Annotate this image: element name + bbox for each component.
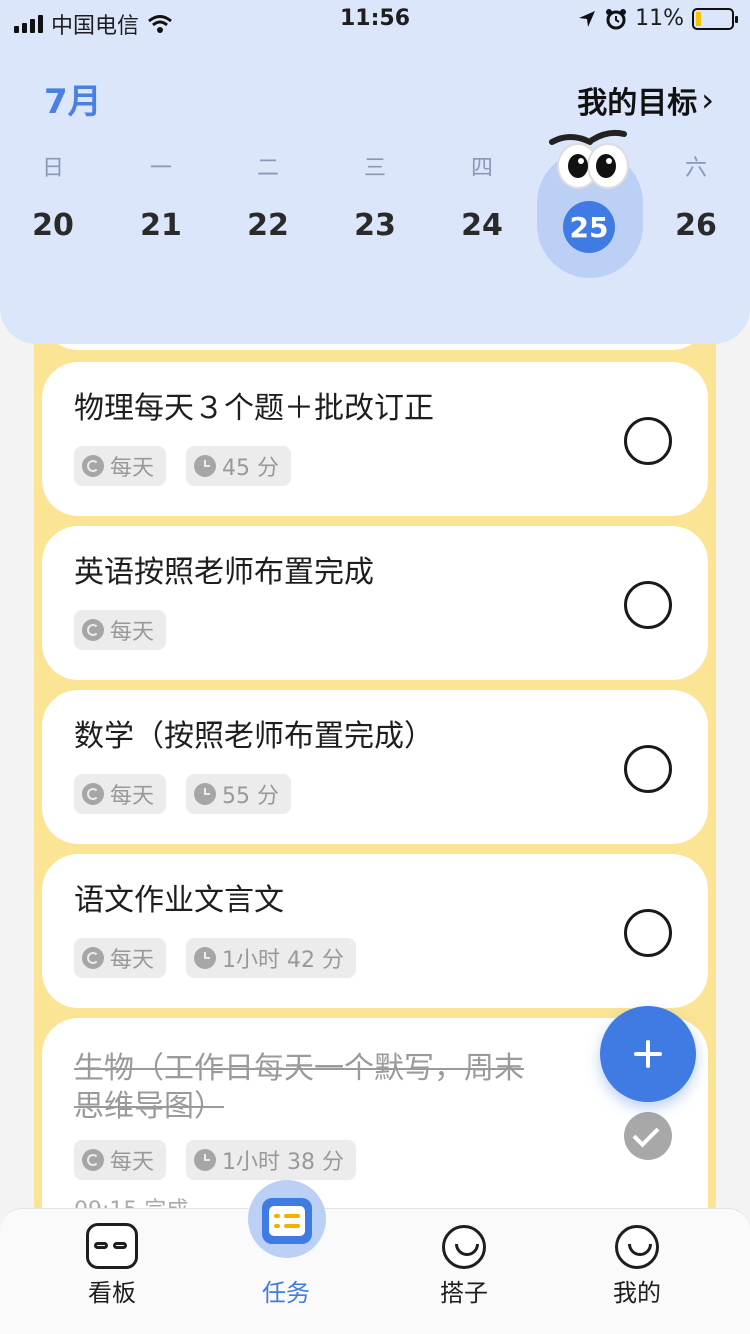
duration-label: 1小时 42 分 — [222, 948, 344, 973]
tab-buddy[interactable]: 搭子 — [404, 1209, 524, 1334]
task-card[interactable]: 物理每天３个题＋批改订正 每天 45 分 — [42, 362, 708, 516]
profile-face-icon — [615, 1225, 659, 1269]
clock-icon — [194, 947, 217, 969]
repeat-icon — [82, 455, 104, 477]
repeat-tag: 每天 — [74, 774, 167, 814]
repeat-label: 每天 — [110, 948, 155, 973]
chevron-right-icon: › — [701, 81, 714, 119]
selected-date[interactable]: 25 — [563, 201, 615, 253]
repeat-icon — [82, 947, 104, 969]
weekday-sat: 六 — [684, 156, 707, 181]
repeat-label: 每天 — [110, 1150, 155, 1175]
task-tags: 每天 1小时 42 分 — [74, 938, 356, 978]
task-list-icon — [262, 1198, 312, 1244]
tab-tasks-icon-bubble[interactable] — [248, 1180, 326, 1258]
completed-checkmark[interactable] — [624, 1112, 672, 1160]
month-label[interactable]: 7月 — [44, 74, 102, 123]
status-right: 11% — [577, 6, 738, 31]
alarm-icon — [606, 8, 627, 29]
task-title-line1: 生物（工作日每天一个默写，周末 — [74, 1051, 524, 1086]
location-arrow-icon — [579, 10, 596, 27]
calendar-header: 7月 我的目标 › 日 一 二 三 四 六 20 21 22 23 24 26 … — [0, 0, 750, 344]
repeat-icon — [82, 1149, 104, 1171]
complete-checkbox[interactable] — [624, 417, 672, 465]
repeat-label: 每天 — [110, 784, 155, 809]
clock-icon — [194, 783, 217, 805]
task-tags: 每天 1小时 38 分 — [74, 1140, 356, 1180]
repeat-label: 每天 — [110, 456, 155, 481]
task-list: 物理每天３个题＋批改订正 每天 45 分 英语按照老师布置完成 每天 数学（按照… — [34, 300, 716, 1230]
repeat-tag: 每天 — [74, 1140, 167, 1180]
date-cell[interactable]: 21 — [121, 208, 201, 243]
tab-profile[interactable]: 我的 — [577, 1209, 697, 1334]
task-tags: 每天 55 分 — [74, 774, 292, 814]
add-task-button[interactable] — [600, 1006, 696, 1102]
repeat-tag: 每天 — [74, 446, 167, 486]
task-title: 物理每天３个题＋批改订正 — [74, 391, 434, 426]
duration-label: 1小时 38 分 — [222, 1150, 344, 1175]
date-cell[interactable]: 22 — [228, 208, 308, 243]
repeat-label: 每天 — [110, 620, 155, 645]
my-goals-label: 我的目标 — [577, 86, 698, 121]
weekday-thu: 四 — [470, 156, 493, 181]
clock-icon — [194, 1149, 217, 1171]
weekday-mon: 一 — [149, 156, 172, 181]
mascot-eyes-icon — [549, 129, 629, 189]
bottom-tab-bar: 看板 任务 搭子 我的 — [0, 1208, 750, 1334]
task-card[interactable]: 语文作业文言文 每天 1小时 42 分 — [42, 854, 708, 1008]
task-card[interactable]: 数学（按照老师布置完成） 每天 55 分 — [42, 690, 708, 844]
duration-tag: 1小时 42 分 — [186, 938, 356, 978]
status-bar: 中国电信 11:56 11% — [0, 0, 750, 40]
complete-checkbox[interactable] — [624, 909, 672, 957]
task-card[interactable]: 英语按照老师布置完成 每天 — [42, 526, 708, 680]
tab-label: 任务 — [262, 1279, 310, 1307]
repeat-tag: 每天 — [74, 610, 167, 650]
duration-label: 55 分 — [222, 784, 280, 809]
task-title: 英语按照老师布置完成 — [74, 555, 374, 590]
my-goals-link[interactable]: 我的目标 › — [577, 78, 714, 122]
weekday-sun: 日 — [41, 156, 64, 181]
weekday-row: 日 一 二 三 四 六 — [0, 150, 750, 181]
battery-icon — [692, 7, 738, 30]
duration-tag: 55 分 — [186, 774, 292, 814]
board-icon — [86, 1223, 138, 1269]
clock-icon — [194, 455, 217, 477]
date-cell[interactable]: 23 — [335, 208, 415, 243]
date-row: 20 21 22 23 24 26 — [0, 208, 750, 248]
tab-label: 搭子 — [440, 1279, 488, 1307]
duration-tag: 1小时 38 分 — [186, 1140, 356, 1180]
task-title: 语文作业文言文 — [74, 883, 284, 918]
weekday-tue: 二 — [256, 156, 279, 181]
duration-tag: 45 分 — [186, 446, 292, 486]
buddy-face-icon — [442, 1225, 486, 1269]
tab-label: 看板 — [88, 1279, 136, 1307]
complete-checkbox[interactable] — [624, 745, 672, 793]
duration-label: 45 分 — [222, 456, 280, 481]
date-cell[interactable]: 26 — [656, 208, 736, 243]
date-cell[interactable]: 20 — [13, 208, 93, 243]
task-title: 数学（按照老师布置完成） — [74, 719, 434, 754]
repeat-tag: 每天 — [74, 938, 167, 978]
task-title-line2: 思维导图） — [74, 1089, 224, 1124]
tab-label: 我的 — [613, 1279, 661, 1307]
task-tags: 每天 — [74, 610, 167, 650]
repeat-icon — [82, 619, 104, 641]
repeat-icon — [82, 783, 104, 805]
tab-board[interactable]: 看板 — [52, 1209, 172, 1334]
weekday-wed: 三 — [363, 156, 386, 181]
task-tags: 每天 45 分 — [74, 446, 292, 486]
complete-checkbox[interactable] — [624, 581, 672, 629]
battery-percent: 11% — [635, 6, 684, 31]
date-cell[interactable]: 24 — [442, 208, 522, 243]
